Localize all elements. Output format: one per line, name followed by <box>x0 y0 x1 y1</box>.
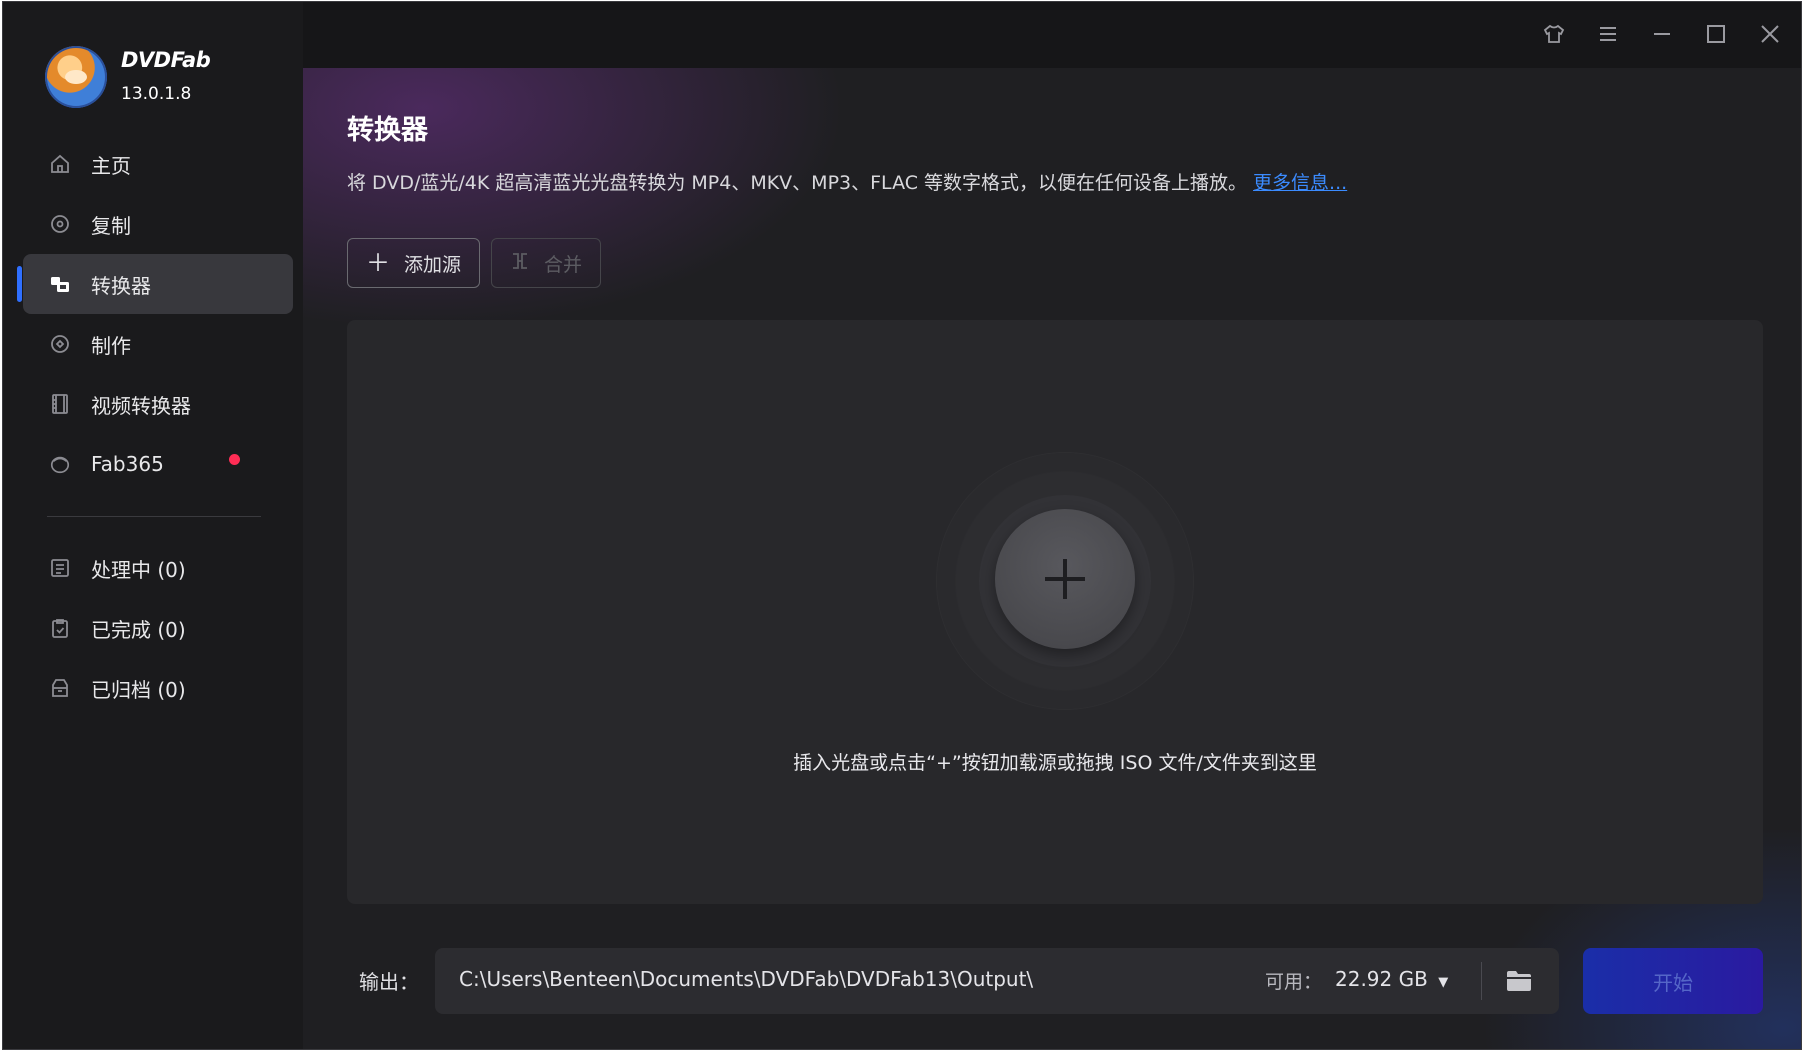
sidebar-item-label: 已完成 (0) <box>91 617 186 642</box>
completed-icon <box>49 617 71 639</box>
output-path: C:\Users\Benteen\Documents\DVDFab\DVDFab… <box>459 967 1034 991</box>
maximize-icon[interactable] <box>1698 16 1734 52</box>
close-icon[interactable] <box>1752 16 1788 52</box>
converter-icon <box>49 273 71 295</box>
output-path-field[interactable]: C:\Users\Benteen\Documents\DVDFab\DVDFab… <box>435 948 1559 1014</box>
more-info-link[interactable]: 更多信息... <box>1253 172 1347 194</box>
add-source-plus-button[interactable] <box>995 509 1135 649</box>
sidebar-item-fab365[interactable]: Fab365 <box>3 434 303 494</box>
add-source-label: 添加源 <box>404 253 462 276</box>
sidebar-item-video-converter[interactable]: 视频转换器 <box>3 374 303 434</box>
main-nav: 主页 复制 转换器 制作 视频转换器 Fab365 <box>3 134 303 494</box>
sidebar-item-label: 视频转换器 <box>91 393 191 418</box>
brand-name: DVDFab <box>121 48 211 72</box>
home-icon <box>49 153 71 175</box>
sidebar-item-creator[interactable]: 制作 <box>3 314 303 374</box>
start-button[interactable]: 开始 <box>1583 948 1763 1014</box>
plus-icon: ＋ <box>366 249 390 277</box>
sidebar-item-copy[interactable]: 复制 <box>3 194 303 254</box>
merge-button[interactable]: 合并 <box>491 238 602 288</box>
description-text: 将 DVD/蓝光/4K 超高清蓝光光盘转换为 MP4、MKV、MP3、FLAC … <box>347 172 1248 194</box>
drop-zone[interactable]: 插入光盘或点击“+”按钮加载源或拖拽 ISO 文件/文件夹到这里 <box>347 320 1763 904</box>
plus-icon <box>1045 559 1085 599</box>
page-description: 将 DVD/蓝光/4K 超高清蓝光光盘转换为 MP4、MKV、MP3、FLAC … <box>347 168 1347 195</box>
available-label: 可用： <box>1265 971 1323 993</box>
sidebar-item-label: Fab365 <box>91 452 164 476</box>
sidebar-item-archived[interactable]: 已归档 (0) <box>3 658 303 718</box>
archived-icon <box>49 677 71 699</box>
dvdfab-logo-icon <box>45 46 107 108</box>
app-version: 13.0.1.8 <box>121 84 192 104</box>
sidebar: DVDFab 13.0.1.8 主页 复制 转换器 制作 视频转换器 Fab36… <box>3 2 303 1049</box>
creator-disc-icon <box>49 333 71 355</box>
available-size: 22.92 GB <box>1335 967 1428 991</box>
copy-disc-icon <box>49 213 71 235</box>
sidebar-item-label: 主页 <box>91 153 131 178</box>
sidebar-item-home[interactable]: 主页 <box>3 134 303 194</box>
app-window: DVDFab 13.0.1.8 主页 复制 转换器 制作 视频转换器 Fab36… <box>2 1 1802 1050</box>
sidebar-item-processing[interactable]: 处理中 (0) <box>3 538 303 598</box>
fab365-icon <box>49 453 71 475</box>
sidebar-divider <box>47 516 261 517</box>
add-source-button[interactable]: ＋ 添加源 <box>347 238 481 288</box>
caret-down-icon: ▼ <box>1438 975 1449 990</box>
sidebar-item-converter[interactable]: 转换器 <box>17 254 293 314</box>
film-icon <box>49 393 71 415</box>
merge-label: 合并 <box>544 253 583 276</box>
folder-icon[interactable] <box>1499 962 1539 1000</box>
sidebar-item-label: 处理中 (0) <box>91 557 186 582</box>
sidebar-item-label: 复制 <box>91 213 131 238</box>
menu-icon[interactable] <box>1590 16 1626 52</box>
output-divider <box>1481 962 1482 1000</box>
shirt-skin-icon[interactable] <box>1536 16 1572 52</box>
output-label: 输出： <box>359 970 419 994</box>
notification-badge <box>229 454 240 465</box>
sidebar-item-label: 已归档 (0) <box>91 677 186 702</box>
main-panel: 转换器 将 DVD/蓝光/4K 超高清蓝光光盘转换为 MP4、MKV、MP3、F… <box>303 68 1801 1049</box>
merge-icon <box>510 251 530 275</box>
title-bar <box>303 2 1801 68</box>
minimize-icon[interactable] <box>1644 16 1680 52</box>
sidebar-item-completed[interactable]: 已完成 (0) <box>3 598 303 658</box>
sidebar-item-label: 转换器 <box>91 273 151 298</box>
available-size-dropdown[interactable]: 22.92 GB ▼ <box>1335 967 1448 991</box>
page-title: 转换器 <box>347 115 428 146</box>
queue-nav: 处理中 (0) 已完成 (0) 已归档 (0) <box>3 538 303 718</box>
drop-hint: 插入光盘或点击“+”按钮加载源或拖拽 ISO 文件/文件夹到这里 <box>793 752 1317 774</box>
processing-icon <box>49 557 71 579</box>
sidebar-item-label: 制作 <box>91 333 131 358</box>
